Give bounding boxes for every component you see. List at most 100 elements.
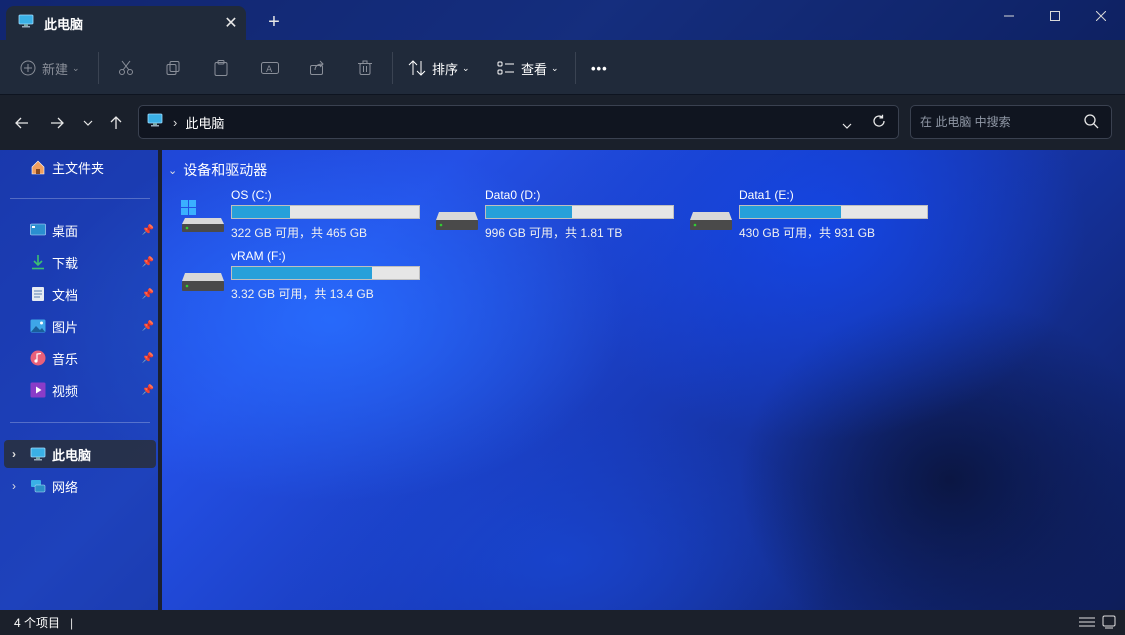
section-header-devices[interactable]: ⌄ 设备和驱动器 <box>168 160 267 180</box>
details-view-icon[interactable] <box>1078 614 1096 630</box>
monitor-icon <box>147 113 163 132</box>
more-options-button[interactable]: ••• <box>591 54 608 82</box>
sidebar-item-documents[interactable]: 文档 📌 <box>30 280 156 308</box>
divider <box>575 52 576 84</box>
view-button[interactable]: 查看 ⌄ <box>497 54 559 82</box>
view-list-icon <box>497 60 515 76</box>
usage-fill <box>232 206 290 218</box>
back-arrow-icon[interactable] <box>10 111 34 135</box>
sidebar-item-label: 主文件夹 <box>52 160 105 176</box>
cut-icon[interactable] <box>118 54 134 82</box>
download-icon <box>30 254 46 270</box>
sidebar-item-downloads[interactable]: 下载 📌 <box>30 248 156 276</box>
search-box[interactable] <box>910 105 1112 139</box>
sidebar-item-label: 下载 <box>52 255 79 271</box>
usage-fill <box>232 267 373 279</box>
scrollbar[interactable] <box>158 150 162 610</box>
sort-button[interactable]: 排序 ⌄ <box>408 54 470 82</box>
breadcrumb-this-pc[interactable]: 此电脑 <box>185 113 224 132</box>
usage-fill <box>486 206 573 218</box>
drive-name: Data1 (E:) <box>739 188 794 202</box>
hard-drive-icon <box>689 198 733 232</box>
home-icon <box>30 159 46 175</box>
copy-icon[interactable] <box>165 54 181 82</box>
up-arrow-icon[interactable] <box>104 111 128 135</box>
search-icon[interactable] <box>1084 114 1099 134</box>
plus-circle-icon <box>20 60 36 76</box>
drive-e[interactable]: Data1 (E:) 430 GB 可用，共 931 GB <box>689 188 939 244</box>
sidebar-item-desktop[interactable]: 桌面 📌 <box>30 216 156 244</box>
drive-capacity: 430 GB 可用，共 931 GB <box>739 226 876 240</box>
status-separator: | <box>70 615 74 630</box>
command-bar: 新建 ⌄ A 排序 ⌄ 查看 ⌄ ••• <box>0 40 1125 95</box>
forward-arrow-icon[interactable] <box>45 111 69 135</box>
chevron-down-icon[interactable]: ⌄ <box>168 164 177 177</box>
divider <box>392 52 393 84</box>
network-icon <box>30 478 46 494</box>
navigation-bar: › 此电脑 <box>0 95 1125 150</box>
sidebar-item-music[interactable]: 音乐 📌 <box>30 344 156 372</box>
search-input[interactable] <box>920 115 1080 129</box>
view-label: 查看 <box>521 61 548 77</box>
large-icons-view-icon[interactable] <box>1100 614 1118 630</box>
address-history-chevron-icon[interactable] <box>842 116 852 134</box>
pin-icon[interactable]: 📌 <box>142 385 154 396</box>
usage-bar <box>231 205 420 219</box>
recent-locations-chevron-icon[interactable] <box>76 111 100 135</box>
drive-name: vRAM (F:) <box>231 249 286 263</box>
share-icon[interactable] <box>309 54 325 82</box>
hard-drive-icon <box>181 259 225 293</box>
item-count: 4 个项目 <box>14 616 61 630</box>
address-bar[interactable]: › 此电脑 <box>138 105 899 139</box>
sidebar-item-label: 图片 <box>52 319 79 335</box>
drive-capacity: 322 GB 可用，共 465 GB <box>231 226 368 240</box>
maximize-icon[interactable] <box>1032 0 1078 32</box>
chevron-down-icon: ⌄ <box>72 62 80 73</box>
refresh-icon[interactable] <box>872 114 886 133</box>
pin-icon[interactable]: 📌 <box>142 289 154 300</box>
pin-icon[interactable]: 📌 <box>142 257 154 268</box>
sidebar-item-label: 音乐 <box>52 351 79 367</box>
navigation-pane: 主文件夹 桌面 📌 下载 📌 文档 📌 图片 📌 音乐 📌 视频 📌 › 此电脑… <box>0 150 158 610</box>
pin-icon[interactable]: 📌 <box>142 321 154 332</box>
chevron-down-icon: ⌄ <box>551 62 559 73</box>
sidebar-item-this-pc[interactable]: › 此电脑 <box>4 440 156 468</box>
drive-capacity: 996 GB 可用，共 1.81 TB <box>485 226 623 240</box>
hard-drive-icon <box>435 198 479 232</box>
divider <box>98 52 99 84</box>
close-window-icon[interactable] <box>1078 0 1124 32</box>
sidebar-item-pictures[interactable]: 图片 📌 <box>30 312 156 340</box>
delete-icon[interactable] <box>357 54 373 82</box>
usage-bar <box>231 266 420 280</box>
chevron-right-icon[interactable]: › <box>12 447 16 461</box>
section-title: 设备和驱动器 <box>183 162 268 178</box>
windows-drive-icon <box>181 198 225 232</box>
usage-bar <box>739 205 928 219</box>
paste-icon[interactable] <box>213 54 229 82</box>
desktop-icon <box>30 222 46 238</box>
drive-d[interactable]: Data0 (D:) 996 GB 可用，共 1.81 TB <box>435 188 685 244</box>
tab-title: 此电脑 <box>44 16 84 32</box>
chevron-right-icon[interactable]: › <box>12 479 16 493</box>
sidebar-item-home[interactable]: 主文件夹 <box>30 153 150 181</box>
sort-label: 排序 <box>432 61 459 77</box>
breadcrumb-chevron-icon[interactable]: › <box>173 115 177 130</box>
drive-f[interactable]: vRAM (F:) 3.32 GB 可用，共 13.4 GB <box>181 249 431 305</box>
pin-icon[interactable]: 📌 <box>142 225 154 236</box>
chevron-down-icon: ⌄ <box>462 62 470 73</box>
minimize-icon[interactable] <box>986 0 1032 32</box>
svg-text:A: A <box>266 65 273 75</box>
tab-this-pc[interactable]: 此电脑 ✕ <box>6 6 246 40</box>
sidebar-item-network[interactable]: › 网络 <box>4 472 156 500</box>
rename-icon[interactable]: A <box>261 54 279 82</box>
close-tab-icon[interactable]: ✕ <box>216 13 246 33</box>
sidebar-item-label: 网络 <box>52 479 79 495</box>
sidebar-item-label: 视频 <box>52 383 79 399</box>
drive-c[interactable]: OS (C:) 322 GB 可用，共 465 GB <box>181 188 431 244</box>
plus-icon[interactable]: + <box>262 10 286 34</box>
pin-icon[interactable]: 📌 <box>142 353 154 364</box>
new-button[interactable]: 新建 ⌄ <box>20 54 80 82</box>
status-bar: 4 个项目 | <box>0 610 1125 635</box>
sidebar-item-videos[interactable]: 视频 📌 <box>30 376 156 404</box>
new-label: 新建 <box>42 61 69 77</box>
